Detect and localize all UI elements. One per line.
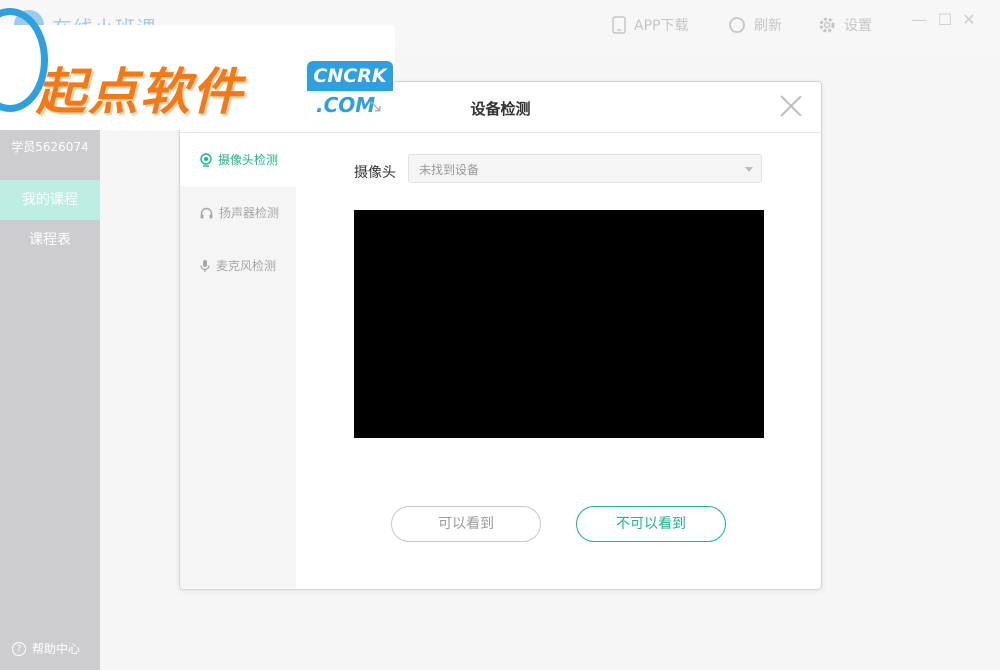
refresh-icon xyxy=(729,17,745,33)
watermark-arrow-icon: ↘ xyxy=(368,96,384,117)
watermark-text: 起点软件 xyxy=(36,62,244,121)
settings-button[interactable]: 设置 xyxy=(818,0,872,50)
camera-icon xyxy=(200,152,212,167)
close-icon[interactable] xyxy=(779,94,803,118)
device-check-dialog: 设备检测 摄像头检测 扬声器检测 麦克风检测 摄像头 未找到设备 可以看到 不可… xyxy=(179,81,822,590)
watermark-com: .COM xyxy=(316,93,376,117)
refresh-button[interactable]: 刷新 xyxy=(728,0,782,50)
can-see-button[interactable]: 可以看到 xyxy=(391,506,541,542)
camera-preview xyxy=(354,210,764,438)
app-download-button[interactable]: APP下载 xyxy=(612,0,688,50)
help-icon: ? xyxy=(12,641,26,656)
camera-select-value: 未找到设备 xyxy=(419,163,480,177)
close-window-button[interactable]: ✕ xyxy=(958,10,980,29)
headphones-icon xyxy=(200,207,213,218)
maximize-button[interactable]: ☐ xyxy=(934,10,956,29)
tab-speaker-label: 扬声器检测 xyxy=(219,206,280,220)
tab-speaker-check[interactable]: 扬声器检测 xyxy=(180,186,296,239)
watermark-badge: CNCRK xyxy=(307,61,393,91)
camera-select[interactable]: 未找到设备 xyxy=(408,154,762,183)
app-download-label: APP下载 xyxy=(634,18,689,34)
tab-camera-check[interactable]: 摄像头检测 xyxy=(180,133,296,186)
dropdown-arrow-icon xyxy=(745,167,753,172)
user-id: 学员5626074 xyxy=(11,140,89,154)
dialog-nav: 摄像头检测 扬声器检测 麦克风检测 xyxy=(180,133,296,588)
refresh-label: 刷新 xyxy=(754,18,782,34)
gear-icon xyxy=(819,17,835,33)
phone-icon xyxy=(612,16,626,34)
tab-camera-label: 摄像头检测 xyxy=(218,153,279,167)
tab-microphone-label: 麦克风检测 xyxy=(216,259,277,273)
sidebar-item-my-courses[interactable]: 我的课程 xyxy=(0,180,100,220)
help-center-link[interactable]: ? 帮助中心 xyxy=(12,640,80,657)
camera-label: 摄像头 xyxy=(354,165,396,181)
cannot-see-button[interactable]: 不可以看到 xyxy=(576,506,726,542)
minimize-button[interactable]: — xyxy=(908,10,930,29)
help-center-label: 帮助中心 xyxy=(32,642,81,656)
watermark: 起点软件 CNCRK .COM ↘ xyxy=(0,0,395,130)
settings-label: 设置 xyxy=(844,18,872,34)
tab-microphone-check[interactable]: 麦克风检测 xyxy=(180,239,296,292)
microphone-icon xyxy=(200,259,210,272)
sidebar-item-schedule[interactable]: 课程表 xyxy=(0,220,100,260)
